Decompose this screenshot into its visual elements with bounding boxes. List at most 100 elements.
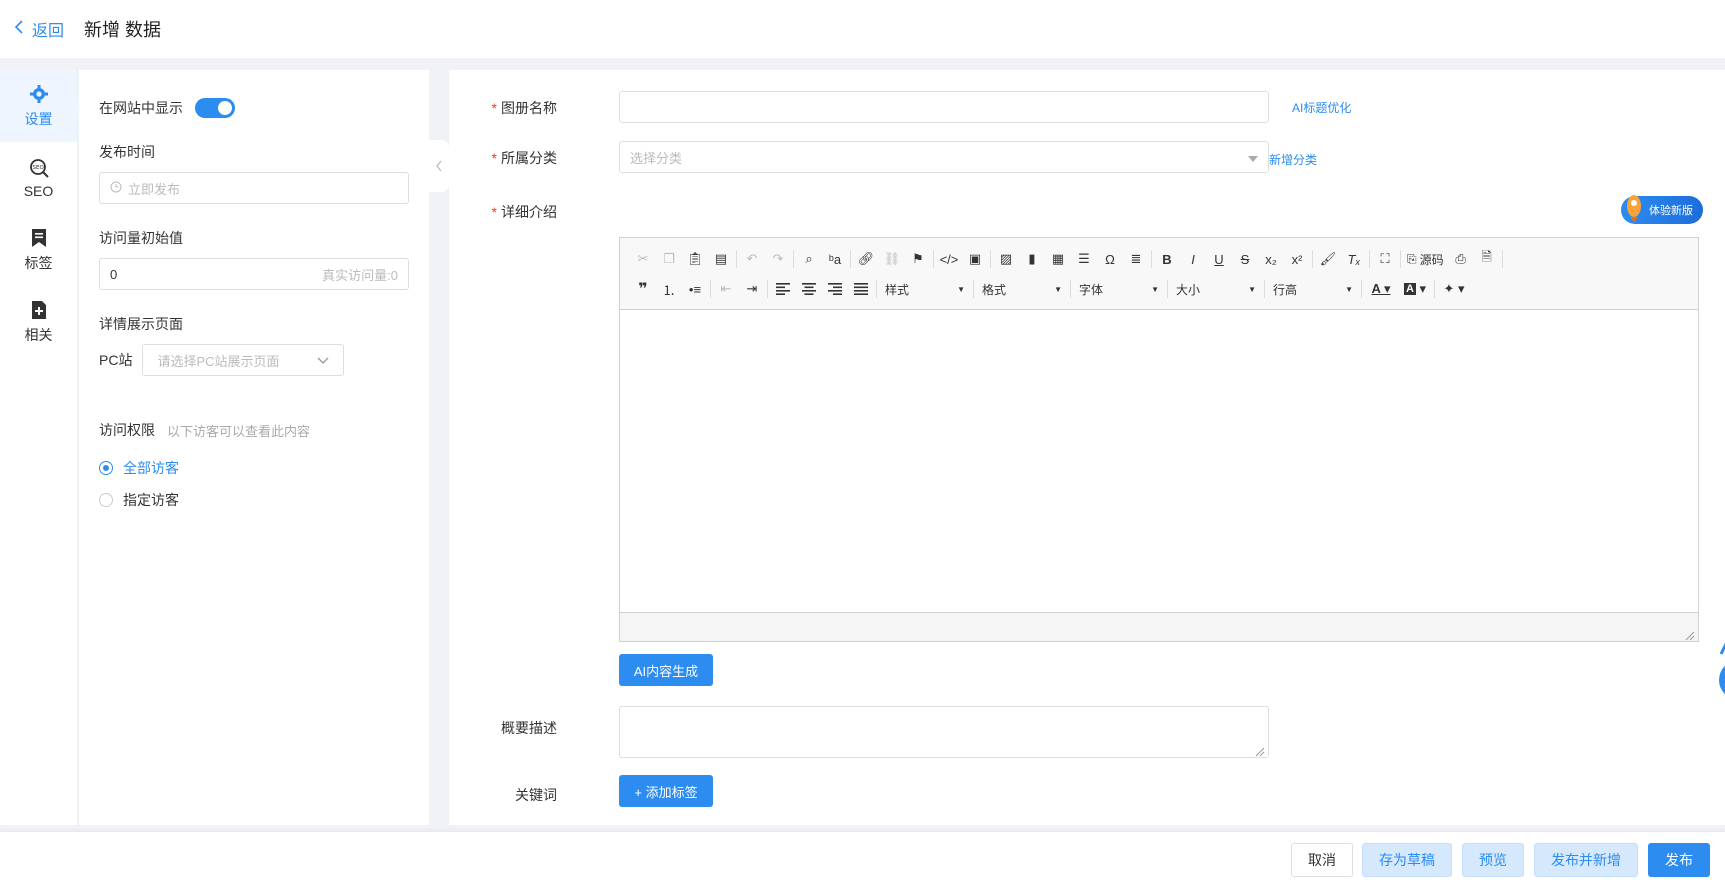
code-icon[interactable]: </> [936, 247, 962, 271]
assistant-float-icon[interactable] [1713, 640, 1725, 700]
real-views-text: 真实访问量:0 [322, 267, 398, 283]
editor-content-area[interactable] [620, 310, 1698, 612]
superscript-icon[interactable]: x² [1284, 247, 1310, 271]
detail-label: * 详细介绍 [491, 204, 557, 220]
add-tag-button[interactable]: + 添加标签 [619, 775, 713, 807]
resize-grip-icon[interactable] [1255, 744, 1265, 757]
source-code-button[interactable]: ⎘ 源码 [1403, 251, 1448, 268]
cancel-button[interactable]: 取消 [1291, 843, 1353, 877]
find-icon[interactable]: ⌕ [796, 247, 822, 271]
rail-item-label: 标签 [24, 255, 53, 271]
horizontal-rule-icon[interactable]: ☰ [1071, 247, 1097, 271]
svg-text:SEO: SEO [32, 165, 44, 171]
redo-icon[interactable]: ↷ [765, 247, 791, 271]
collapse-panel-button[interactable] [429, 140, 449, 192]
clock-icon [110, 181, 122, 196]
publish-time-input[interactable]: 立即发布 [99, 172, 409, 204]
outdent-icon[interactable]: ⇤ [713, 277, 739, 301]
paste-text-icon[interactable]: ▤ [708, 247, 734, 271]
summary-textarea[interactable] [619, 706, 1269, 758]
clear-format-icon[interactable]: Tₓ [1341, 247, 1367, 271]
unlink-icon[interactable]: ⛓ [879, 247, 905, 271]
category-label: * 所属分类 [491, 150, 557, 166]
chevron-down-icon [317, 353, 329, 368]
template-icon[interactable]: 🗎︎ [1474, 247, 1500, 271]
album-name-label: * 图册名称 [491, 100, 557, 116]
rail-item-related[interactable]: 相关 [0, 286, 77, 358]
replace-icon[interactable]: ᵇa [822, 247, 848, 271]
editor-toolbar: ✂ ❐ 📋︎ ▤ ↶ ↷ ⌕ ᵇa 🔗︎ ⛓ ⚑ </> ▣ ▨ ▮ ▦ ☰ Ω… [620, 238, 1698, 310]
undo-icon[interactable]: ↶ [739, 247, 765, 271]
rail-item-tags[interactable]: 标签 [0, 214, 77, 286]
line-height-combo[interactable]: 行高 ▼ [1267, 277, 1359, 301]
special-char-icon[interactable]: Ω [1097, 247, 1123, 271]
magic-wand-icon[interactable]: ✦ ▾ [1437, 277, 1471, 301]
copy-icon[interactable]: ❐ [656, 247, 682, 271]
album-name-input[interactable] [619, 91, 1269, 123]
blockquote-icon[interactable]: ❞ [630, 277, 656, 301]
image-gallery-icon[interactable]: ▣ [962, 247, 988, 271]
category-placeholder: 选择分类 [630, 150, 683, 166]
subscript-icon[interactable]: x₂ [1258, 247, 1284, 271]
line-indent-icon[interactable]: ≣ [1123, 247, 1149, 271]
pc-label: PC站 [99, 352, 133, 368]
preview-icon[interactable]: ⎙ [1448, 247, 1474, 271]
try-new-version-badge[interactable]: 体验新版 [1621, 195, 1703, 224]
anchor-flag-icon[interactable]: ⚑ [905, 247, 931, 271]
back-button[interactable]: 返回 [14, 17, 64, 41]
save-draft-button[interactable]: 存为草稿 [1362, 843, 1452, 877]
style-combo[interactable]: 样式 ▼ [879, 277, 971, 301]
italic-icon[interactable]: I [1180, 247, 1206, 271]
show-on-site-toggle[interactable] [195, 98, 235, 118]
pc-placeholder: 请选择PC站展示页面 [157, 353, 280, 369]
align-justify-icon[interactable] [848, 277, 874, 301]
align-right-icon[interactable] [822, 277, 848, 301]
table-icon[interactable]: ▦ [1045, 247, 1071, 271]
fullscreen-icon[interactable]: ⛶ [1372, 247, 1398, 271]
bullet-list-icon[interactable]: •≡ [682, 277, 708, 301]
format-combo[interactable]: 格式 ▼ [976, 277, 1068, 301]
publish-button[interactable]: 发布 [1648, 843, 1710, 877]
publish-time-placeholder: 立即发布 [128, 181, 181, 197]
text-color-icon[interactable]: A ▾ [1364, 277, 1398, 301]
ai-title-link[interactable]: AI标题优化 [1292, 99, 1351, 116]
link-icon[interactable]: 🔗︎ [853, 247, 879, 271]
font-combo[interactable]: 字体 ▼ [1073, 277, 1165, 301]
strikethrough-icon[interactable]: S [1232, 247, 1258, 271]
paste-icon[interactable]: 📋︎ [682, 247, 708, 271]
resize-grip-icon[interactable] [1685, 628, 1695, 641]
ai-content-button[interactable]: AI内容生成 [619, 654, 713, 686]
show-on-site-label: 在网站中显示 [99, 100, 183, 116]
source-icon: ⎘ [1407, 251, 1417, 266]
format-painter-icon[interactable]: 🖌︎ [1315, 247, 1341, 271]
initial-views-input[interactable]: 0 真实访问量:0 [99, 258, 409, 290]
publish-and-new-button[interactable]: 发布并新增 [1534, 843, 1638, 877]
top-bar: 返回 新增 数据 [0, 0, 1725, 58]
align-center-icon[interactable] [796, 277, 822, 301]
cut-icon[interactable]: ✂ [630, 247, 656, 271]
access-all-radio[interactable]: 全部访客 [99, 458, 409, 478]
background-color-icon[interactable]: A ▾ [1398, 277, 1432, 301]
rail-item-seo[interactable]: SEO SEO [0, 142, 77, 214]
access-specific-radio[interactable]: 指定访客 [99, 490, 409, 510]
source-label: 源码 [1419, 252, 1444, 267]
rail-item-settings[interactable]: 设置 [0, 70, 85, 142]
image-icon[interactable]: ▨ [993, 247, 1019, 271]
new-category-link[interactable]: 新增分类 [1269, 151, 1317, 168]
align-left-icon[interactable] [770, 277, 796, 301]
seo-icon: SEO [28, 157, 50, 179]
video-icon[interactable]: ▮ [1019, 247, 1045, 271]
access-option-label: 指定访客 [123, 492, 179, 508]
ordered-list-icon[interactable]: ⒈ [656, 277, 682, 301]
editor-status-bar [620, 612, 1698, 641]
left-rail: 设置 SEO SEO 标签 相关 [0, 70, 85, 825]
bold-icon[interactable]: B [1154, 247, 1180, 271]
category-select[interactable]: 选择分类 [619, 141, 1269, 173]
underline-icon[interactable]: U [1206, 247, 1232, 271]
preview-button[interactable]: 预览 [1462, 843, 1524, 877]
pc-page-select[interactable]: 请选择PC站展示页面 [142, 344, 345, 376]
footer-bar: 取消 存为草稿 预览 发布并新增 发布 [0, 832, 1725, 884]
rail-item-label: SEO [23, 183, 54, 199]
size-combo[interactable]: 大小 ▼ [1170, 277, 1262, 301]
indent-icon[interactable]: ⇥ [739, 277, 765, 301]
